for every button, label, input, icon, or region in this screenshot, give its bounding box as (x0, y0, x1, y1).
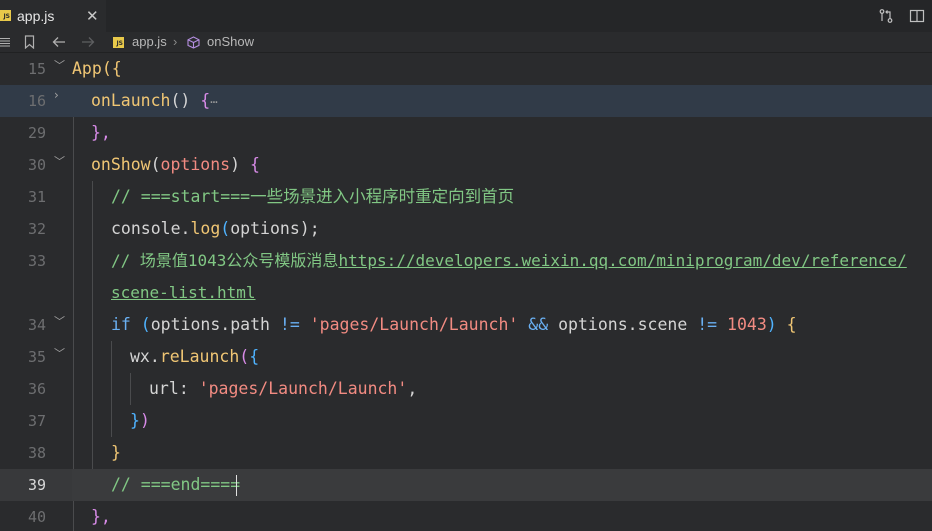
code-text: } (111, 443, 121, 462)
line-number: 36 (27, 380, 46, 398)
code-line[interactable]: 31 // ===start===一些场景进入小程序时重定向到首页 (0, 181, 932, 213)
code-line[interactable]: 38 } (0, 437, 932, 469)
source-control-compare-icon[interactable] (878, 8, 894, 24)
forward-arrow-icon[interactable] (81, 36, 95, 48)
fold-expanded-icon[interactable]: ﹀ (54, 53, 65, 79)
code-text: console.log(options); (111, 219, 320, 238)
tab-app-js[interactable]: JS app.js ✕ (0, 0, 106, 32)
code-text: }, (91, 507, 111, 526)
line-number: 31 (27, 188, 46, 206)
code-line[interactable]: 32 console.log(options); (0, 213, 932, 245)
line-number: 37 (27, 412, 46, 430)
line-number: 15 (27, 60, 46, 78)
line-number: 30 (27, 156, 46, 174)
js-file-icon: JS (113, 37, 124, 48)
fold-expanded-icon[interactable]: ﹀ (54, 149, 65, 175)
code-line[interactable]: 29 }, (0, 117, 932, 149)
line-number: 40 (27, 508, 46, 526)
code-text: // ===start===一些场景进入小程序时重定向到首页 (111, 187, 515, 206)
code-line-current[interactable]: 39 // ===end==== (0, 469, 932, 501)
breadcrumb-separator: › (173, 34, 178, 49)
url-link[interactable]: scene-list.html (111, 277, 256, 309)
code-text: // 场景值1043公众号模版消息https://developers.weix… (111, 251, 907, 270)
breadcrumb-symbol[interactable]: onShow (207, 32, 254, 52)
url-link[interactable]: https://developers.weixin.qq.com/minipro… (338, 251, 906, 270)
line-number: 39 (27, 476, 46, 494)
tab-label: app.js (17, 8, 55, 24)
code-line[interactable]: 35 ﹀ wx.reLaunch({ (0, 341, 932, 373)
line-number: 32 (27, 220, 46, 238)
fold-collapsed-icon[interactable]: › (54, 85, 59, 105)
code-line[interactable]: 37 }) (0, 405, 932, 437)
tab-bar: JS app.js ✕ (0, 0, 932, 33)
line-number: 29 (27, 124, 46, 142)
code-text: }, (91, 123, 111, 142)
line-number: 34 (27, 316, 46, 334)
code-line[interactable]: 36 url: 'pages/Launch/Launch', (0, 373, 932, 405)
code-line[interactable]: 16 › onLaunch() {⋯ (0, 85, 932, 117)
method-cube-icon (187, 36, 200, 49)
code-text: if (options.path != 'pages/Launch/Launch… (111, 315, 797, 334)
code-line[interactable]: 34 ﹀ if (options.path != 'pages/Launch/L… (0, 309, 932, 341)
breadcrumb: JS app.js › onShow (0, 32, 932, 53)
text-cursor (236, 475, 237, 496)
code-text: wx.reLaunch({ (130, 347, 260, 366)
line-number: 16 (27, 92, 46, 110)
code-text: // ===end==== (111, 475, 241, 494)
code-text: url: 'pages/Launch/Launch', (149, 379, 418, 398)
code-editor[interactable]: 15 ﹀ App({ 16 › onLaunch() {⋯ 29 }, 30 ﹀… (0, 53, 932, 531)
code-line[interactable]: 40 }, (0, 501, 932, 531)
bookmark-icon[interactable] (24, 35, 35, 49)
code-line[interactable]: 30 ﹀ onShow(options) { (0, 149, 932, 181)
fold-expanded-icon[interactable]: ﹀ (54, 309, 65, 335)
breadcrumb-file[interactable]: app.js (132, 32, 167, 52)
back-arrow-icon[interactable] (52, 36, 66, 48)
code-line[interactable]: 33 // 场景值1043公众号模版消息https://developers.w… (0, 245, 932, 277)
code-text: onLaunch() {⋯ (91, 91, 218, 110)
list-icon[interactable] (0, 37, 10, 47)
code-line-wrapped[interactable]: scene-list.html (0, 277, 932, 309)
close-icon[interactable]: ✕ (86, 0, 99, 32)
code-line[interactable]: 15 ﹀ App({ (0, 53, 932, 85)
code-text: App({ (72, 59, 122, 78)
fold-expanded-icon[interactable]: ﹀ (54, 341, 65, 367)
line-number: 33 (27, 252, 46, 270)
line-number: 35 (27, 348, 46, 366)
code-text: }) (130, 411, 150, 430)
code-text: onShow(options) { (91, 155, 260, 174)
line-number: 38 (27, 444, 46, 462)
js-file-icon: JS (0, 10, 11, 21)
split-editor-icon[interactable] (909, 8, 925, 24)
